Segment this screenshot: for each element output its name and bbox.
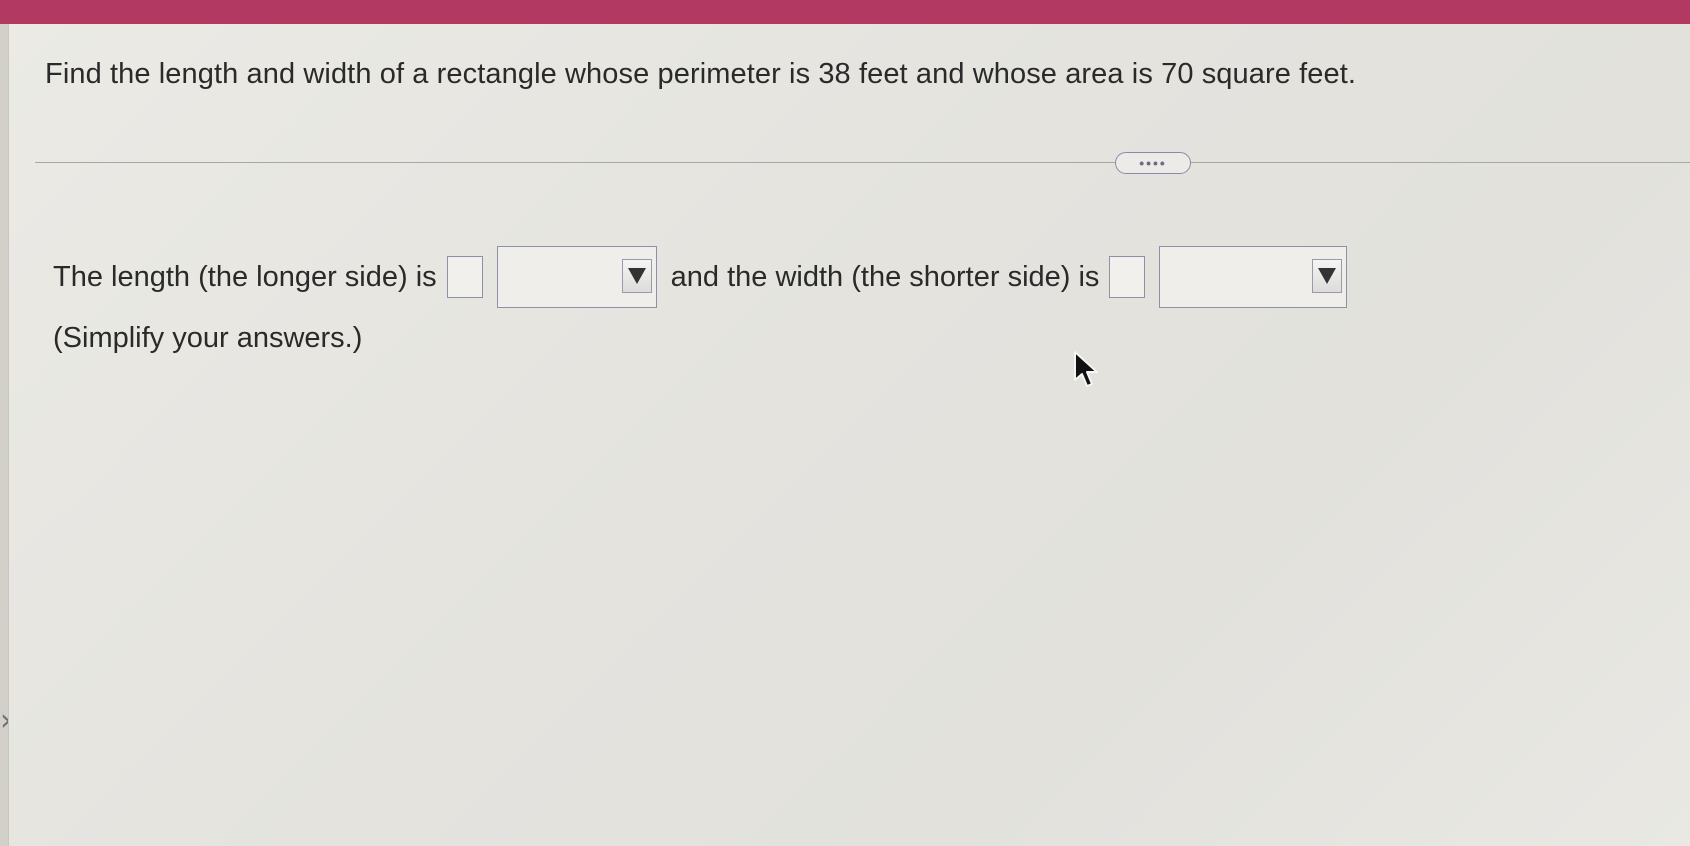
length-unit-dropdown[interactable] [496, 246, 657, 308]
width-prompt-text: and the width (the shorter side) is [670, 260, 1100, 293]
chevron-down-icon[interactable] [621, 259, 652, 293]
top-header-bar [0, 0, 1690, 24]
more-options-button[interactable]: •••• [1115, 152, 1191, 174]
length-answer-input[interactable] [446, 256, 483, 298]
question-panel: Find the length and width of a rectangle… [8, 24, 1690, 846]
mouse-cursor-icon [1074, 351, 1098, 387]
chevron-down-icon[interactable] [1312, 259, 1343, 293]
question-text: Find the length and width of a rectangle… [45, 58, 1357, 90]
width-answer-input[interactable] [1109, 256, 1146, 298]
length-prompt-text: The length (the longer side) is [53, 260, 437, 293]
section-divider [35, 162, 1690, 163]
simplify-hint: (Simplify your answers.) [53, 322, 363, 354]
answer-statement: The length (the longer side) is and the … [53, 246, 1348, 308]
width-unit-dropdown[interactable] [1159, 246, 1348, 308]
